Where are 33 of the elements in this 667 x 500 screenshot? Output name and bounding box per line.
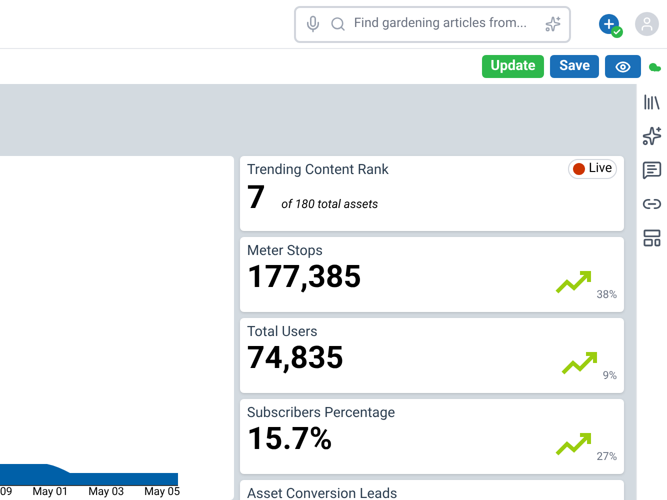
card-title: Asset Conversion Leads — [247, 486, 398, 500]
search-field[interactable]: Find gardening articles from... — [294, 6, 571, 42]
card-title: Meter Stops — [247, 243, 324, 259]
axis-label: 09 — [0, 486, 12, 500]
sparkle-icon — [545, 16, 561, 32]
change-percent: 27% — [596, 448, 617, 464]
metric-value: 15.7% — [247, 421, 332, 457]
change-percent: 38% — [596, 286, 617, 302]
live-badge: Live — [568, 159, 617, 179]
eye-icon — [615, 58, 631, 74]
save-button[interactable]: Save — [550, 55, 599, 78]
layout-icon — [642, 228, 662, 248]
sparkle-icon — [642, 126, 662, 146]
search-input[interactable]: Find gardening articles from... — [354, 14, 537, 34]
card-title: Subscribers Percentage — [247, 405, 396, 421]
comment-icon — [642, 160, 662, 180]
rank-note: of 180 total assets — [281, 196, 378, 213]
metric-value: 177,385 — [247, 259, 362, 295]
trend-up-icon — [554, 269, 593, 295]
axis-label: May 05 — [144, 486, 180, 500]
library-icon — [642, 92, 662, 112]
axis-label: May 01 — [32, 486, 68, 500]
preview-button[interactable] — [605, 55, 641, 78]
rank-value: 7 — [247, 179, 266, 215]
metric-value: 74,835 — [247, 340, 344, 376]
change-percent: 9% — [602, 368, 617, 384]
trend-up-icon — [554, 431, 593, 457]
card-title: Total Users — [247, 324, 318, 340]
axis-label: May 03 — [88, 486, 124, 500]
microphone-icon — [304, 15, 322, 33]
card-title: Trending Content Rank — [247, 162, 389, 178]
search-icon — [330, 16, 346, 32]
trend-up-icon — [560, 350, 599, 376]
